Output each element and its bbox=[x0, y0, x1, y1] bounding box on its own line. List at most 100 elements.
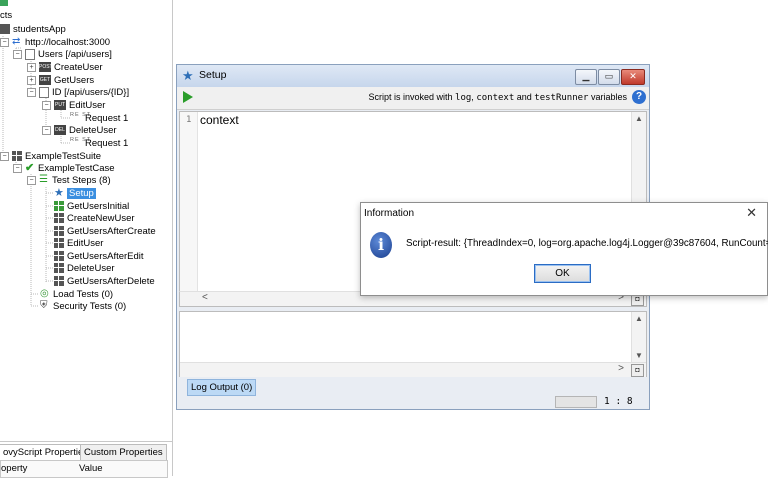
rest-step-icon bbox=[54, 213, 64, 224]
scroll-up-icon[interactable]: ▲ bbox=[635, 114, 643, 123]
setup-title-bar[interactable]: ★ Setup ▁ ▭ ✕ bbox=[177, 65, 649, 87]
information-dialog: Information ✕ i Script-result: {ThreadIn… bbox=[360, 202, 768, 296]
project-icon bbox=[0, 24, 10, 35]
tree-label: GetUsersAfterCreate bbox=[67, 226, 156, 237]
minimize-button[interactable]: ▁ bbox=[575, 69, 597, 85]
tree-label: Request 1 bbox=[85, 113, 129, 124]
invoke-prefix: Script is invoked with bbox=[368, 92, 456, 102]
resource-page-icon bbox=[39, 86, 49, 98]
shield-icon: ⛨ bbox=[40, 300, 48, 312]
var-context: context bbox=[476, 93, 515, 103]
dialog-message: Script-result: {ThreadIndex=0, log=org.a… bbox=[406, 238, 768, 249]
tree-item-security-tests[interactable]: ⛨ Security Tests (0) bbox=[40, 300, 126, 313]
collapse-toggle[interactable]: − bbox=[0, 37, 9, 47]
tree-label: http://localhost:3000 bbox=[25, 37, 111, 48]
tree-item-edituser-method[interactable]: − PUT EditUser bbox=[42, 99, 105, 112]
properties-tabs: ovyScript Properties Custom Properties bbox=[0, 441, 172, 461]
tree-item-request[interactable]: RE STRequest 1 bbox=[70, 137, 128, 150]
rest-step-icon bbox=[54, 238, 64, 249]
collapse-toggle[interactable]: − bbox=[13, 163, 22, 173]
tree-label: DeleteUser bbox=[69, 125, 117, 136]
tree-item-step[interactable]: EditUser bbox=[54, 237, 103, 250]
gauge-icon: ◎ bbox=[40, 288, 49, 300]
invoke-sep2: and bbox=[514, 92, 535, 102]
corner-icon: ◘ bbox=[631, 364, 644, 377]
star-icon: ★ bbox=[182, 68, 194, 83]
cursor-position: 1 : 8 bbox=[604, 396, 633, 407]
invoke-hint: Script is invoked with log, context and … bbox=[368, 92, 627, 103]
tree-label: EditUser bbox=[67, 238, 104, 249]
tree-item-users-resource[interactable]: − Users [/api/users] bbox=[13, 48, 112, 61]
tree-label: GetUsers bbox=[54, 75, 95, 86]
tree-item-test-steps[interactable]: − ☰ Test Steps (8) bbox=[27, 174, 111, 187]
tree-label: GetUsersInitial bbox=[67, 201, 130, 212]
script-code-line[interactable]: context bbox=[200, 113, 239, 127]
list-icon: ☰ bbox=[39, 174, 48, 186]
star-icon: ★ bbox=[54, 187, 64, 200]
log-output-area[interactable]: ▲ ▼ > ◘ bbox=[179, 311, 647, 377]
tree-label: EditUser bbox=[69, 100, 106, 111]
tree-item-setup[interactable]: ★ Setup bbox=[54, 187, 96, 200]
delete-method-icon: DEL bbox=[54, 125, 66, 136]
tab-log-output[interactable]: Log Output (0) bbox=[187, 379, 257, 396]
tree-item-createuser[interactable]: + POSTCreateUser bbox=[27, 61, 103, 74]
scroll-left-icon[interactable]: < bbox=[202, 292, 208, 303]
scroll-down-icon[interactable]: ▼ bbox=[635, 351, 643, 360]
script-toolbar: Script is invoked with log, context and … bbox=[177, 87, 649, 110]
status-progress-box bbox=[555, 396, 597, 408]
expand-toggle[interactable]: + bbox=[27, 62, 36, 72]
collapse-toggle[interactable]: − bbox=[42, 100, 51, 110]
tree-label: Test Steps (8) bbox=[52, 175, 111, 186]
tree-item-deleteuser-method[interactable]: − DEL DeleteUser bbox=[42, 124, 117, 137]
properties-table-header: operty Value bbox=[0, 460, 168, 478]
tree-item-step[interactable]: DeleteUser bbox=[54, 262, 115, 275]
close-button[interactable]: ✕ bbox=[621, 69, 645, 85]
value-column-header[interactable]: Value bbox=[79, 463, 103, 474]
info-icon: i bbox=[370, 232, 392, 258]
navigator-panel: cts studentsApp − ⇄ http://localhost:300… bbox=[0, 0, 173, 478]
rest-step-icon bbox=[54, 276, 64, 287]
tree-label: Setup bbox=[67, 188, 96, 199]
tab-custom-properties[interactable]: Custom Properties bbox=[80, 444, 167, 461]
tree-item-step[interactable]: CreateNewUser bbox=[54, 212, 135, 225]
expand-toggle[interactable]: + bbox=[27, 75, 36, 85]
property-column-header[interactable]: operty bbox=[1, 463, 27, 474]
collapse-toggle[interactable]: − bbox=[27, 175, 36, 185]
tree-label: Security Tests (0) bbox=[53, 301, 127, 312]
dialog-close-icon[interactable]: ✕ bbox=[746, 205, 757, 221]
swap-arrows-icon: ⇄ bbox=[12, 36, 21, 48]
ok-button[interactable]: OK bbox=[534, 264, 591, 283]
tree-item-project[interactable]: studentsApp bbox=[0, 23, 66, 36]
tree-item-id-resource[interactable]: − ID [/api/users/{ID}] bbox=[27, 86, 129, 99]
tree-item-step[interactable]: GetUsersAfterDelete bbox=[54, 275, 155, 288]
tree-label: ExampleTestSuite bbox=[25, 151, 102, 162]
tree-label: Load Tests (0) bbox=[53, 289, 114, 300]
collapse-toggle[interactable]: − bbox=[13, 49, 22, 59]
tree-label: ID [/api/users/{ID}] bbox=[52, 87, 130, 98]
collapse-toggle[interactable]: − bbox=[42, 125, 51, 135]
tree-label: CreateNewUser bbox=[67, 213, 135, 224]
tree-label: GetUsersAfterEdit bbox=[67, 251, 144, 262]
scroll-up-icon[interactable]: ▲ bbox=[635, 314, 643, 323]
post-method-icon: POST bbox=[39, 62, 53, 73]
tree-label: Users [/api/users] bbox=[38, 49, 112, 60]
collapse-toggle[interactable]: − bbox=[27, 87, 36, 97]
run-icon[interactable] bbox=[183, 91, 193, 103]
tree-label: CreateUser bbox=[54, 62, 103, 73]
log-vertical-scrollbar[interactable]: ▲ ▼ bbox=[631, 312, 646, 362]
line-gutter: 1 bbox=[180, 112, 198, 292]
put-method-icon: PUT bbox=[54, 100, 66, 111]
tree-label: ExampleTestCase bbox=[38, 163, 115, 174]
test-suite-icon bbox=[12, 151, 22, 162]
log-horizontal-scrollbar[interactable]: > ◘ bbox=[180, 362, 646, 377]
tree-label: studentsApp bbox=[13, 24, 66, 35]
tab-groovyscript-properties[interactable]: ovyScript Properties bbox=[0, 444, 93, 461]
help-icon[interactable]: ? bbox=[632, 90, 646, 104]
rest-step-icon bbox=[54, 226, 64, 237]
line-number: 1 bbox=[186, 115, 192, 125]
tree-label: Request 1 bbox=[85, 138, 129, 149]
collapse-toggle[interactable]: − bbox=[0, 151, 9, 161]
scroll-right-icon[interactable]: > bbox=[618, 363, 624, 374]
rest-request-icon: RE ST bbox=[70, 137, 92, 144]
maximize-button[interactable]: ▭ bbox=[598, 69, 620, 85]
